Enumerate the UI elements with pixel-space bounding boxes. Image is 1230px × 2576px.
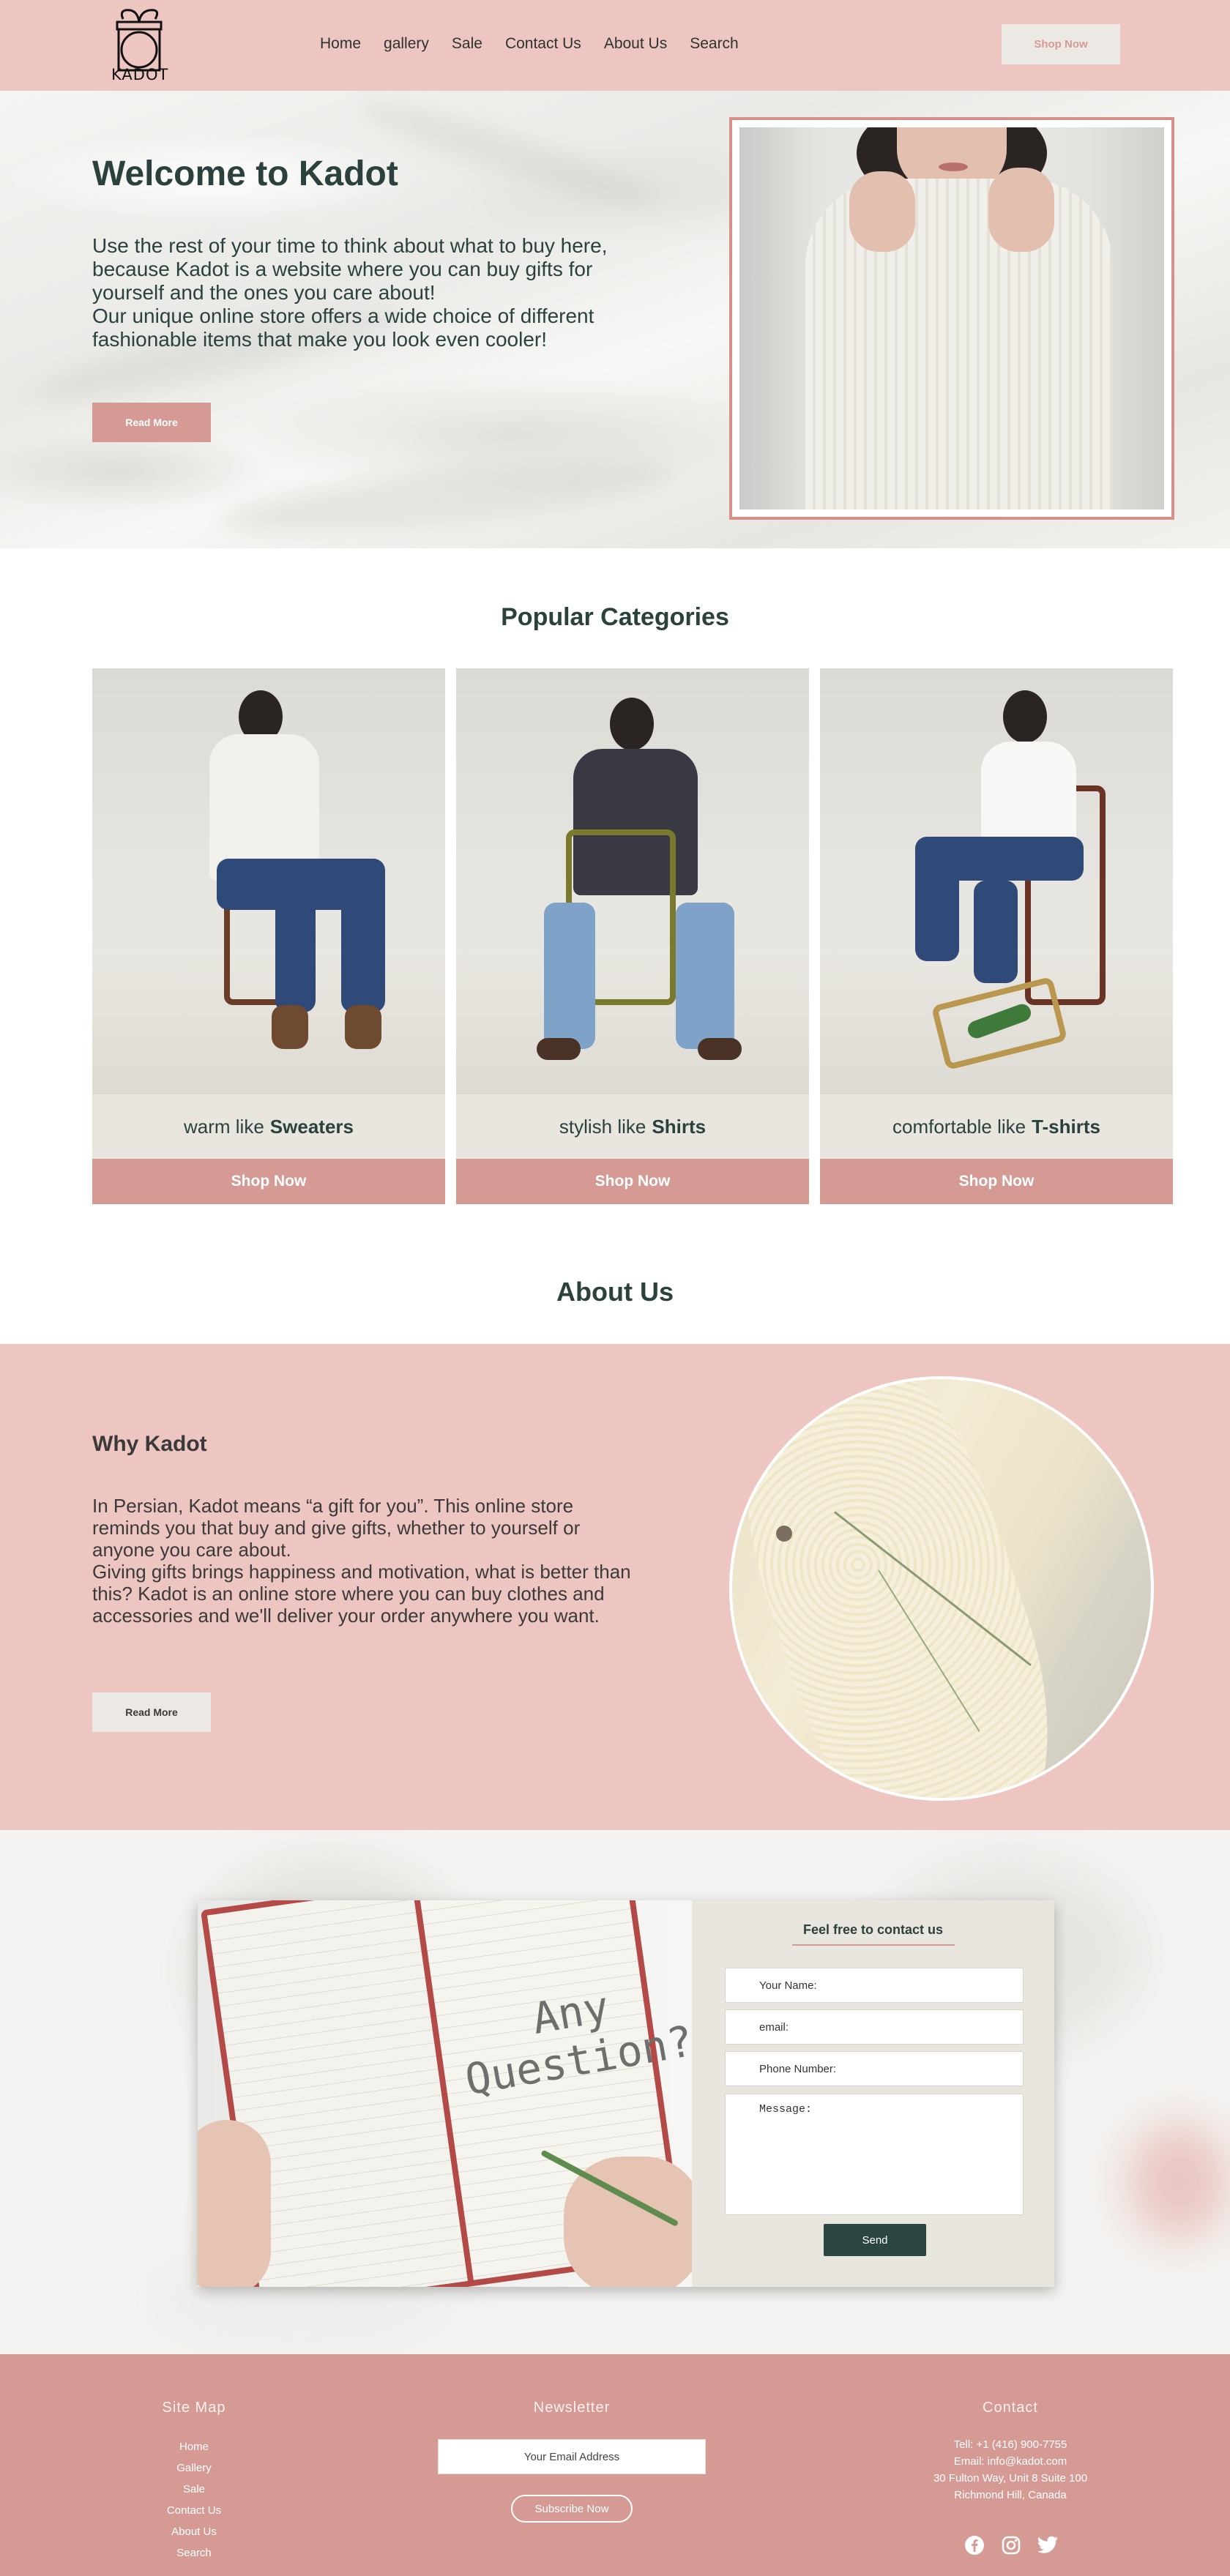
contact-address: 30 Fulton Way, Unit 8 Suite 100 xyxy=(933,2472,1088,2484)
category-card-tshirts: comfortable like T-shirts Shop Now xyxy=(820,668,1173,1204)
shop-now-tshirts-button[interactable]: Shop Now xyxy=(820,1159,1173,1204)
category-prefix: comfortable like xyxy=(892,1115,1026,1138)
newsletter-title: Newsletter xyxy=(533,2400,611,2416)
category-label: stylish like Shirts xyxy=(456,1094,809,1159)
photo-head xyxy=(1003,690,1047,743)
hero-read-more-button[interactable]: Read More xyxy=(92,403,211,442)
silk-fold xyxy=(353,91,657,218)
contact-title: Contact xyxy=(983,2400,1038,2416)
category-photo-shirts[interactable] xyxy=(456,668,809,1094)
shop-now-shirts-button[interactable]: Shop Now xyxy=(456,1159,809,1204)
facebook-icon[interactable] xyxy=(963,2534,985,2556)
footer-link-home[interactable]: Home xyxy=(124,2436,264,2457)
photo-tshirt xyxy=(981,742,1076,851)
newsletter-email-input[interactable] xyxy=(438,2439,706,2474)
photo-shoe xyxy=(698,1038,742,1060)
name-field[interactable] xyxy=(725,1968,1024,2003)
photo-hand xyxy=(849,171,915,252)
category-photo-tshirts[interactable] xyxy=(820,668,1173,1094)
twitter-icon[interactable] xyxy=(1037,2534,1059,2556)
email-field[interactable] xyxy=(725,2009,1024,2045)
category-prefix: stylish like xyxy=(559,1115,646,1138)
hero-title: Welcome to Kadot xyxy=(92,154,398,193)
footer-link-gallery[interactable]: Gallery xyxy=(124,2457,264,2479)
contact-info: Tell: +1 (416) 900-7755 Email: info@kado… xyxy=(901,2436,1120,2504)
category-name: T-shirts xyxy=(1032,1115,1100,1138)
social-links xyxy=(963,2534,1059,2556)
nav-gallery[interactable]: gallery xyxy=(384,35,429,53)
hero-photo-woman-in-sweater xyxy=(739,127,1164,509)
category-name: Shirts xyxy=(652,1115,707,1138)
about-circle-photo xyxy=(729,1376,1154,1801)
logo-text: KADOT xyxy=(111,66,169,83)
instagram-icon[interactable] xyxy=(1000,2534,1022,2556)
footer-link-search[interactable]: Search xyxy=(124,2542,264,2564)
about-paragraph: Giving gifts brings happiness and motiva… xyxy=(92,1561,631,1627)
site-header: KADOT Home gallery Sale Contact Us About… xyxy=(0,0,1230,91)
photo-hand xyxy=(198,2120,271,2287)
hero-description: Use the rest of your time to think about… xyxy=(92,234,619,351)
photo-head xyxy=(610,698,654,750)
photo-shoe xyxy=(537,1038,581,1060)
hero-section: Welcome to Kadot Use the rest of your ti… xyxy=(0,91,1230,548)
photo-jeans xyxy=(544,903,595,1049)
nav-home[interactable]: Home xyxy=(320,35,361,53)
about-description: In Persian, Kadot means “a gift for you”… xyxy=(92,1495,634,1627)
hero-image-frame xyxy=(729,117,1174,520)
nav-about-us[interactable]: About Us xyxy=(604,35,667,53)
category-card-sweaters: warm like Sweaters Shop Now xyxy=(92,668,445,1204)
photo-jeans xyxy=(915,851,959,961)
contact-card: Any Question? Feel free to contact us Se… xyxy=(198,1900,1054,2287)
category-card-shirts: stylish like Shirts Shop Now xyxy=(456,668,809,1204)
photo-lips xyxy=(939,163,968,171)
contact-notebook-photo: Any Question? xyxy=(198,1900,692,2287)
contact-email: Email: info@kadot.com xyxy=(953,2455,1067,2468)
photo-boot xyxy=(272,1005,308,1049)
category-name: Sweaters xyxy=(269,1115,354,1138)
photo-jeans xyxy=(676,903,734,1049)
shop-now-sweaters-button[interactable]: Shop Now xyxy=(92,1159,445,1204)
hero-paragraph: Our unique online store offers a wide ch… xyxy=(92,305,594,351)
photo-jeans xyxy=(341,888,385,1012)
category-prefix: warm like xyxy=(184,1115,264,1138)
nav-contact-us[interactable]: Contact Us xyxy=(505,35,581,53)
contact-phone: Tell: +1 (416) 900-7755 xyxy=(953,2438,1067,2451)
photo-jeans xyxy=(275,888,316,1012)
send-button[interactable]: Send xyxy=(824,2224,926,2256)
nav-sale[interactable]: Sale xyxy=(452,35,482,53)
about-heading: Why Kadot xyxy=(92,1432,207,1456)
category-photo-sweaters[interactable] xyxy=(92,668,445,1094)
categories-title: Popular Categories xyxy=(501,603,729,631)
about-paragraph: In Persian, Kadot means “a gift for you”… xyxy=(92,1495,581,1561)
about-section: Why Kadot In Persian, Kadot means “a gif… xyxy=(0,1344,1230,1830)
subscribe-button[interactable]: Subscribe Now xyxy=(511,2495,633,2523)
photo-jeans xyxy=(974,881,1018,983)
about-title: About Us xyxy=(556,1277,674,1307)
contact-address: Richmond Hill, Canada xyxy=(954,2489,1067,2501)
photo-fur-coat xyxy=(732,1379,1092,1798)
footer-link-about-us[interactable]: About Us xyxy=(124,2521,264,2542)
footer-link-contact-us[interactable]: Contact Us xyxy=(124,2500,264,2521)
contact-form-title: Feel free to contact us xyxy=(802,1922,944,1937)
title-underline xyxy=(792,1944,955,1946)
message-field[interactable] xyxy=(725,2094,1024,2215)
category-label: comfortable like T-shirts xyxy=(820,1094,1173,1159)
main-nav: Home gallery Sale Contact Us About Us Se… xyxy=(320,35,739,53)
photo-coat-button xyxy=(776,1526,792,1542)
site-map-title: Site Map xyxy=(162,2400,226,2416)
silk-fold xyxy=(218,447,675,547)
about-read-more-button[interactable]: Read More xyxy=(92,1692,211,1732)
photo-boot xyxy=(345,1005,381,1049)
category-label: warm like Sweaters xyxy=(92,1094,445,1159)
site-map-links: Home Gallery Sale Contact Us About Us Se… xyxy=(124,2436,264,2564)
header-shop-now-button[interactable]: Shop Now xyxy=(1002,24,1120,64)
nav-search[interactable]: Search xyxy=(690,35,739,53)
phone-field[interactable] xyxy=(725,2051,1024,2086)
photo-hand xyxy=(988,168,1054,252)
site-footer: Site Map Home Gallery Sale Contact Us Ab… xyxy=(0,2354,1230,2576)
footer-link-sale[interactable]: Sale xyxy=(124,2479,264,2500)
blurred-shape xyxy=(1128,2123,1230,2240)
hero-paragraph: Use the rest of your time to think about… xyxy=(92,234,608,304)
